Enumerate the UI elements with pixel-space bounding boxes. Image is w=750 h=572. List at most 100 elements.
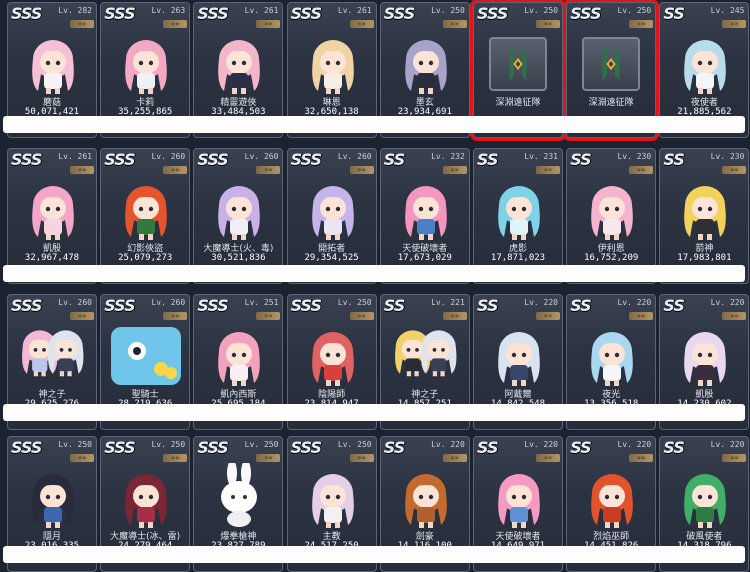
tier-badge: SSS: [197, 296, 228, 315]
character-portrait: [577, 321, 647, 387]
tier-badge: SSS: [11, 296, 42, 315]
tier-badge: SSS: [104, 296, 135, 315]
chevron-right-icon: »»: [629, 166, 654, 174]
level-label: Lv. 260: [58, 298, 92, 307]
chevron-right-icon: »»: [629, 20, 654, 28]
tier-badge: SS: [570, 438, 592, 457]
level-label: Lv. 220: [431, 440, 465, 449]
character-portrait: [577, 175, 647, 241]
abyss-expedition-emblem-icon: [489, 37, 547, 91]
chevron-right-icon: »»: [163, 20, 188, 28]
character-portrait: [484, 463, 554, 529]
combat-power: 17,871,023: [490, 253, 546, 263]
character-portrait: [298, 175, 368, 241]
chevron-right-icon: »»: [349, 20, 374, 28]
tier-badge: SS: [477, 150, 499, 169]
character-card[interactable]: SS Lv. 230»» 箭神 17,983,801: [659, 148, 750, 284]
chevron-right-icon: »»: [722, 312, 747, 320]
level-label: Lv. 261: [337, 6, 372, 15]
character-portrait: [18, 175, 88, 241]
chevron-right-icon: »»: [722, 166, 747, 174]
tier-badge: SSS: [477, 4, 508, 23]
combat-power: 29,354,525: [304, 253, 359, 263]
tier-badge: SS: [570, 150, 592, 169]
character-portrait: [298, 321, 368, 387]
level-label: Lv. 263: [151, 6, 186, 15]
level-label: Lv. 220: [617, 440, 652, 449]
character-portrait: [298, 29, 368, 95]
character-card[interactable]: SS Lv. 232»» 天使破壞者 17,673,029: [379, 148, 470, 284]
chevron-right-icon: »»: [536, 20, 560, 28]
character-portrait: [111, 29, 181, 95]
character-card[interactable]: SSS Lv. 261»» 凱殷 32,967,478: [7, 148, 97, 284]
level-label: Lv. 250: [431, 6, 465, 15]
chevron-right-icon: »»: [163, 454, 188, 462]
tier-badge: SS: [663, 296, 685, 315]
combat-power: 17,983,801: [677, 253, 732, 263]
chevron-right-icon: »»: [536, 166, 560, 174]
character-portrait: [577, 463, 647, 529]
chevron-right-icon: »»: [442, 312, 467, 320]
chevron-right-icon: »»: [722, 20, 747, 28]
chevron-right-icon: »»: [536, 312, 560, 320]
character-portrait: [391, 463, 461, 529]
level-label: Lv. 230: [710, 152, 745, 161]
character-portrait: [391, 29, 461, 95]
level-label: Lv. 245: [710, 6, 745, 15]
chevron-right-icon: »»: [349, 166, 374, 174]
tier-badge: SSS: [104, 4, 135, 23]
character-card[interactable]: SSS Lv. 260»» 開拓者 29,354,525: [286, 148, 377, 284]
chevron-right-icon: »»: [442, 20, 467, 28]
character-portrait: [484, 175, 554, 241]
tier-badge: SSS: [104, 150, 135, 169]
character-name: 深淵遠征隊: [588, 98, 634, 108]
level-label: Lv. 260: [244, 152, 279, 161]
level-label: Lv. 250: [58, 440, 92, 449]
tier-badge: SS: [383, 296, 406, 315]
level-label: Lv. 250: [337, 298, 372, 307]
combat-power: 25,079,273: [118, 253, 173, 263]
tier-badge: SSS: [11, 438, 42, 457]
level-label: Lv. 250: [151, 440, 186, 449]
tier-badge: SSS: [11, 4, 42, 23]
level-label: Lv. 232: [431, 152, 465, 161]
character-portrait: [111, 321, 182, 387]
tier-badge: SS: [570, 296, 592, 315]
character-name: 深淵遠征隊: [495, 98, 541, 108]
character-portrait: [670, 29, 740, 95]
combat-power: 16,752,209: [584, 253, 639, 263]
character-card[interactable]: SS Lv. 231»» 虎影 17,871,023: [473, 148, 563, 284]
chevron-right-icon: »»: [536, 454, 560, 462]
tier-badge: SSS: [11, 150, 42, 169]
level-label: Lv. 251: [244, 298, 279, 307]
character-card[interactable]: SSS Lv. 260»» 大魔導士(火、毒) 30,521,836: [193, 148, 284, 284]
chevron-right-icon: »»: [256, 20, 281, 28]
chevron-right-icon: »»: [70, 312, 94, 320]
tier-badge: SSS: [290, 296, 322, 315]
level-label: Lv. 260: [151, 152, 186, 161]
tier-badge: SSS: [104, 438, 135, 457]
chevron-right-icon: »»: [722, 454, 747, 462]
abyss-expedition-emblem-icon: [582, 37, 641, 91]
character-portrait: [670, 175, 740, 241]
character-portrait: [111, 175, 181, 241]
chevron-right-icon: »»: [442, 166, 467, 174]
chevron-right-icon: »»: [70, 166, 94, 174]
chevron-right-icon: »»: [256, 312, 281, 320]
redaction-bar: [3, 546, 745, 563]
level-label: Lv. 250: [337, 440, 372, 449]
tier-badge: SSS: [290, 4, 322, 23]
chevron-right-icon: »»: [442, 454, 467, 462]
character-portrait: [18, 321, 88, 387]
character-portrait: [204, 460, 274, 529]
chevron-right-icon: »»: [349, 312, 374, 320]
level-label: Lv. 260: [151, 298, 186, 307]
level-label: Lv. 230: [617, 152, 652, 161]
redaction-bar: [3, 265, 745, 282]
character-card[interactable]: SS Lv. 230»» 伊利恩 16,752,209: [566, 148, 657, 284]
character-card[interactable]: SSS Lv. 260»» 幻影俠盜 25,079,273: [100, 148, 191, 284]
tier-badge: SSS: [197, 4, 228, 23]
level-label: Lv. 250: [524, 6, 558, 15]
character-portrait: [670, 463, 740, 529]
redaction-bar: [3, 116, 745, 133]
